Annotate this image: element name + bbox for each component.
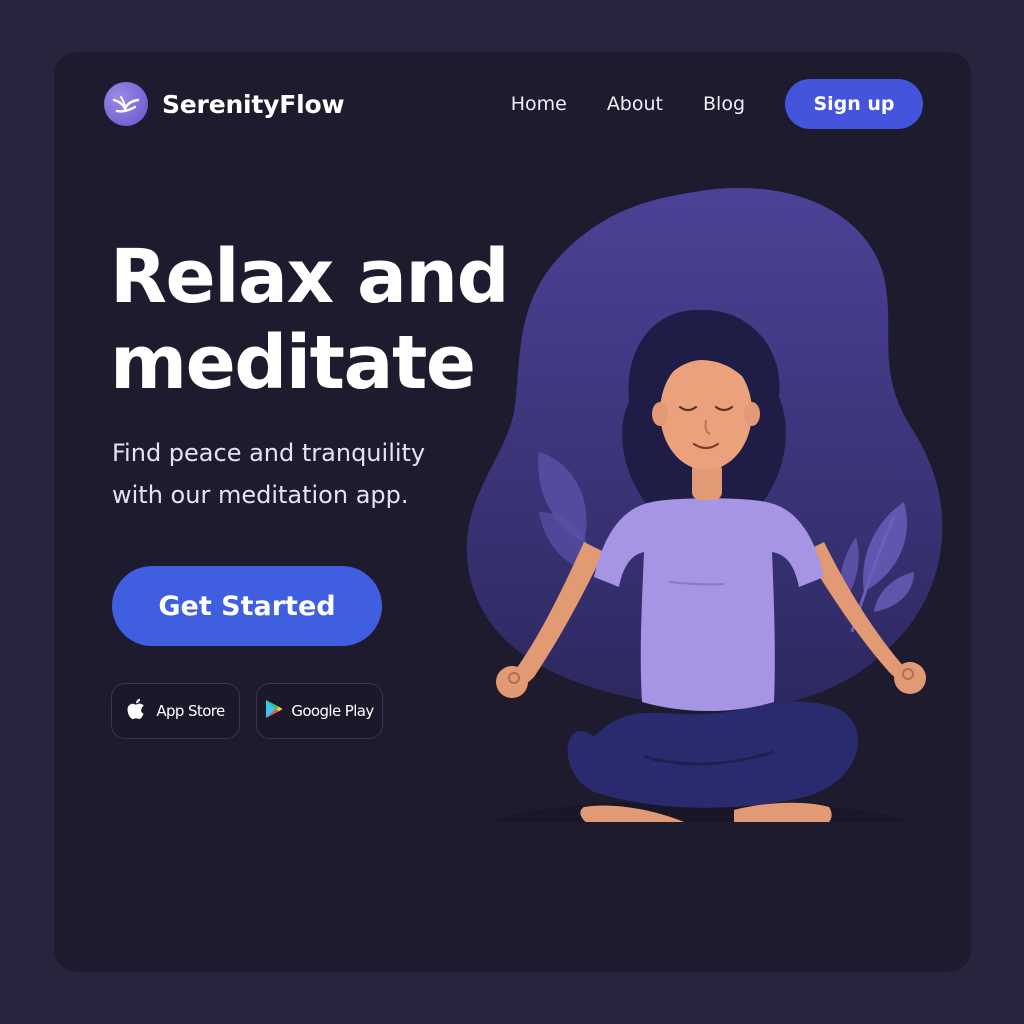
brand-name: SerenityFlow (162, 89, 345, 119)
google-play-badge[interactable]: Google Play (256, 683, 383, 739)
nav-link-about[interactable]: About (607, 93, 663, 115)
pants (567, 701, 858, 808)
get-started-button[interactable]: Get Started (112, 566, 382, 646)
hero-card: SerenityFlow Home About Blog Sign up Rel… (54, 52, 971, 972)
nav-link-home[interactable]: Home (511, 93, 567, 115)
hero-subtitle: Find peace and tranquility with our medi… (112, 439, 426, 509)
app-store-badge[interactable]: App Store (111, 683, 240, 739)
flowing-bird-icon (104, 82, 148, 126)
google-play-label: Google Play (291, 702, 374, 720)
nav-link-blog[interactable]: Blog (703, 93, 745, 115)
app-store-label: App Store (156, 702, 225, 720)
woman-meditating-illustration (466, 187, 943, 822)
google-play-icon (265, 699, 283, 723)
top-nav: Home About Blog Sign up (511, 79, 923, 129)
brand-logo[interactable]: SerenityFlow (104, 82, 345, 126)
apple-icon (126, 697, 148, 725)
sign-up-button[interactable]: Sign up (785, 79, 923, 129)
